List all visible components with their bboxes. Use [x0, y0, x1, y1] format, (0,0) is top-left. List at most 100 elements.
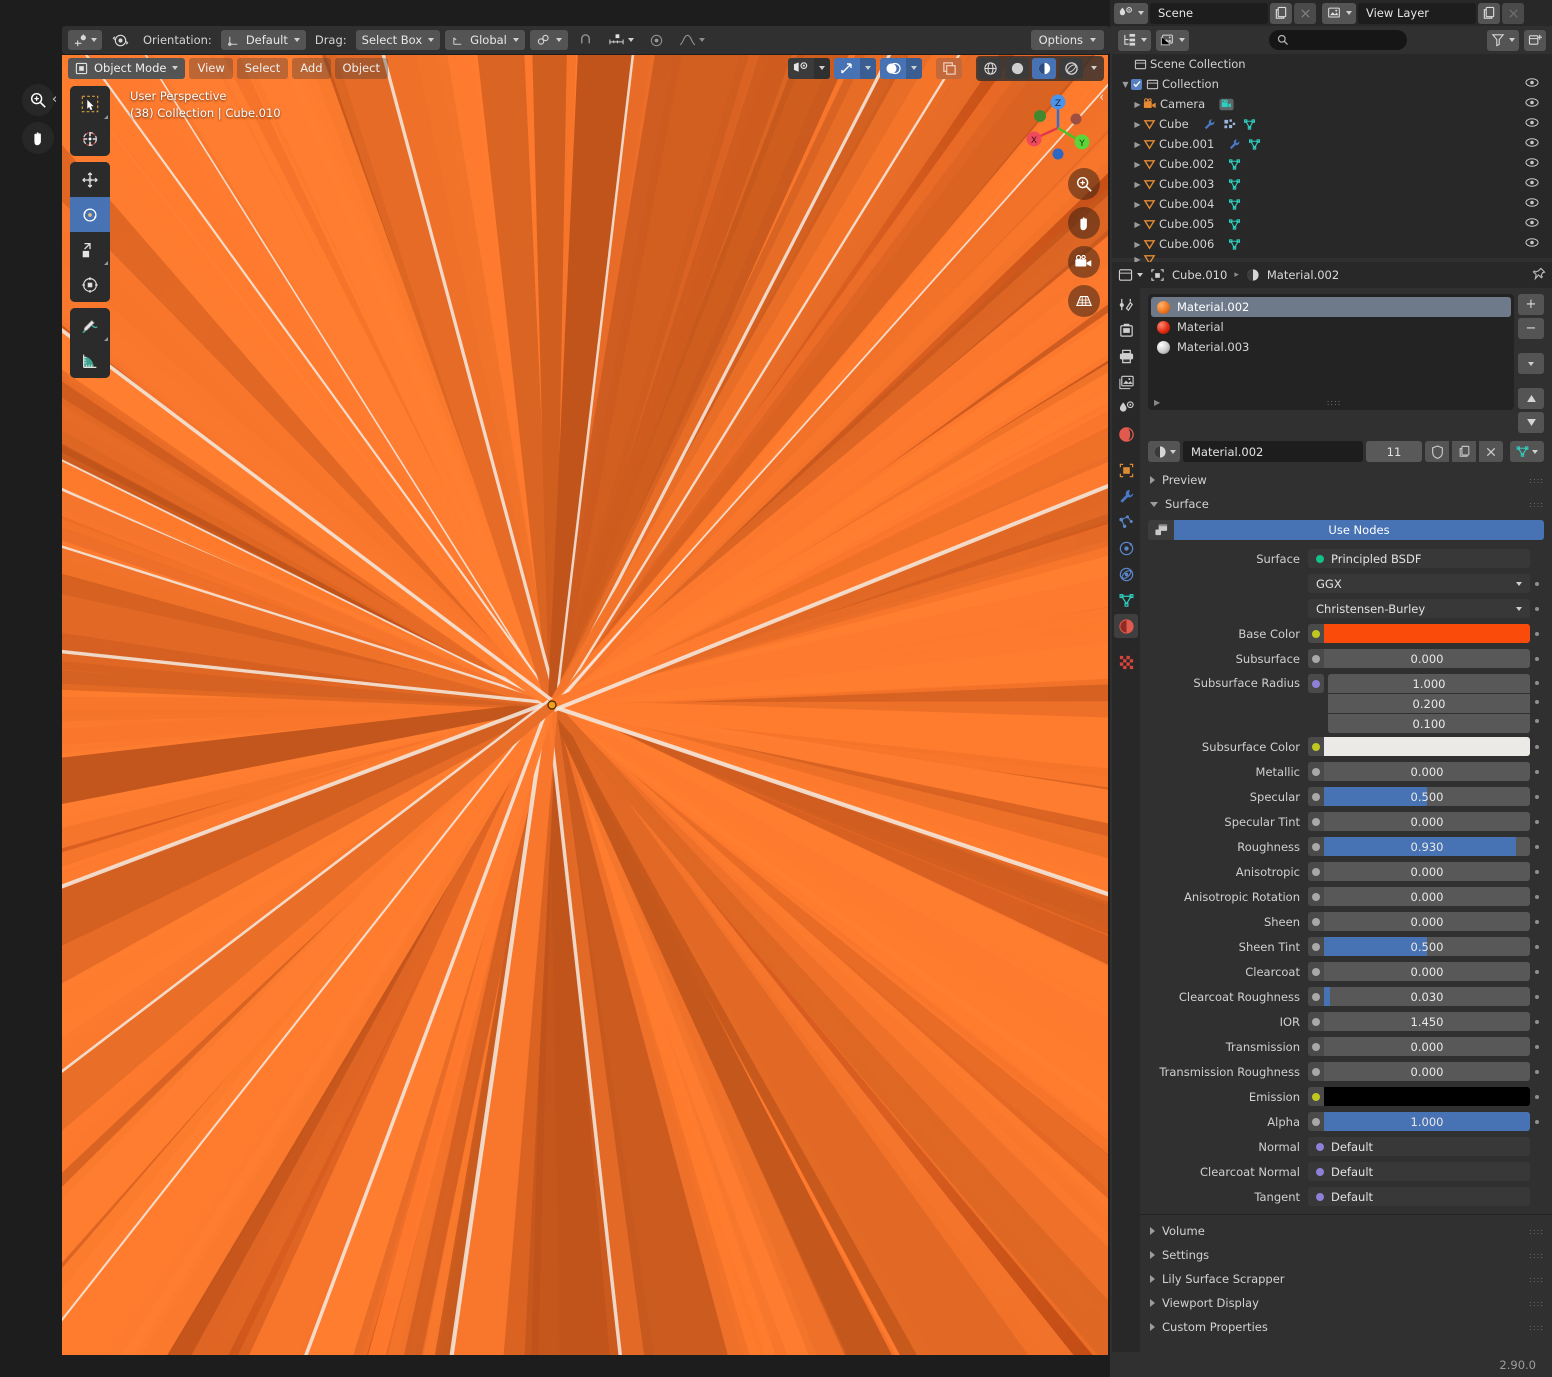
slot-expand-icon[interactable]: ▶: [1154, 398, 1160, 407]
orientation-dropdown[interactable]: Default: [220, 30, 306, 50]
clearcoat-normal-input[interactable]: Default: [1308, 1162, 1530, 1181]
distribution-dropdown[interactable]: GGX: [1308, 574, 1530, 593]
menu-view[interactable]: View: [189, 57, 233, 79]
socket[interactable]: [1308, 1112, 1324, 1131]
camera-view-icon[interactable]: [1068, 246, 1100, 278]
snap-increment-icon[interactable]: [603, 30, 639, 50]
scene-name-field[interactable]: Scene: [1150, 2, 1268, 24]
decorator[interactable]: [1530, 919, 1544, 924]
shading-solid-button[interactable]: [1005, 57, 1029, 79]
sheen-slider[interactable]: 0.000: [1324, 912, 1530, 931]
visibility-eye-icon[interactable]: [1525, 137, 1539, 151]
toggle-orthographic-grid-icon[interactable]: [1068, 285, 1100, 317]
visibility-eye-icon[interactable]: [1525, 77, 1539, 91]
expand-triangle-icon[interactable]: ▶: [1132, 180, 1143, 189]
decorator[interactable]: [1530, 769, 1544, 774]
specular-slider[interactable]: 0.500: [1324, 787, 1530, 806]
expand-triangle-icon[interactable]: ▶: [1132, 100, 1143, 109]
tool-measure[interactable]: [70, 343, 110, 378]
tab-scene[interactable]: [1114, 396, 1138, 420]
socket[interactable]: [1308, 837, 1324, 856]
decorator[interactable]: [1530, 1119, 1544, 1124]
tab-output[interactable]: [1114, 344, 1138, 368]
zoom-in-icon[interactable]: [22, 84, 54, 116]
normal-input[interactable]: Default: [1308, 1137, 1530, 1156]
menu-select[interactable]: Select: [236, 57, 289, 79]
breadcrumb-object-label[interactable]: Cube.010: [1172, 268, 1227, 282]
socket[interactable]: [1308, 649, 1324, 668]
decorator[interactable]: [1530, 969, 1544, 974]
proportional-edit-icon[interactable]: [644, 30, 669, 50]
expand-triangle-icon[interactable]: ▼: [1120, 80, 1131, 89]
tangent-input[interactable]: Default: [1308, 1187, 1530, 1206]
drag-dropdown[interactable]: Select Box: [355, 30, 441, 50]
unlink-scene-icon[interactable]: [1294, 2, 1316, 24]
overlays-chevron-icon[interactable]: [906, 57, 922, 79]
outliner-row-cube-005[interactable]: ▶ Cube.005: [1112, 214, 1552, 234]
snap-pivot-icon[interactable]: [529, 30, 568, 50]
socket[interactable]: [1308, 624, 1324, 643]
browse-material-icon[interactable]: [1148, 441, 1180, 462]
tab-modifiers[interactable]: [1114, 484, 1138, 508]
socket[interactable]: [1308, 1012, 1324, 1031]
outliner-filter-icon[interactable]: [1487, 29, 1519, 51]
decorator[interactable]: [1530, 606, 1544, 611]
alpha-slider[interactable]: 1.000: [1324, 1112, 1530, 1131]
tab-constraints[interactable]: [1114, 562, 1138, 586]
slot-resize-grip[interactable]: ::::: [1327, 398, 1342, 407]
tab-object[interactable]: [1114, 458, 1138, 482]
metallic-slider[interactable]: 0.000: [1324, 762, 1530, 781]
tool-rotate[interactable]: [70, 197, 110, 232]
tab-physics[interactable]: [1114, 536, 1138, 560]
decorator[interactable]: [1530, 994, 1544, 999]
visibility-eye-icon[interactable]: [1525, 117, 1539, 131]
panel-custom-properties[interactable]: Custom Properties ::::: [1140, 1315, 1552, 1339]
decorator[interactable]: [1530, 944, 1544, 949]
expand-triangle-icon[interactable]: ▶: [1132, 160, 1143, 169]
outliner-row-cube-001[interactable]: ▶ Cube.001: [1112, 134, 1552, 154]
fake-user-shield-icon[interactable]: [1425, 441, 1449, 462]
outliner-row-cube-006[interactable]: ▶ Cube.006: [1112, 234, 1552, 254]
subsurface-slider[interactable]: 0.000: [1324, 649, 1530, 668]
subsurface-radius-x[interactable]: 1.000: [1328, 674, 1530, 693]
new-material-icon[interactable]: [1452, 441, 1476, 462]
falloff-curve-icon[interactable]: [674, 30, 710, 50]
decorator[interactable]: [1530, 794, 1544, 799]
visibility-eye-icon[interactable]: [1525, 237, 1539, 251]
add-material-slot-button[interactable]: +: [1518, 294, 1544, 315]
socket[interactable]: [1308, 737, 1324, 756]
tool-cursor[interactable]: [70, 121, 110, 156]
outliner-row-cube[interactable]: ▶ Cube: [1112, 114, 1552, 134]
expand-triangle-icon[interactable]: ▶: [1132, 120, 1143, 129]
socket[interactable]: [1308, 1062, 1324, 1081]
subsurface-method-dropdown[interactable]: Christensen-Burley: [1308, 599, 1530, 618]
socket[interactable]: [1308, 862, 1324, 881]
tab-object-data[interactable]: [1114, 588, 1138, 612]
material-slot-row[interactable]: Material.002: [1151, 297, 1511, 317]
tab-render[interactable]: [1114, 318, 1138, 342]
outliner-display-mode-icon[interactable]: [1156, 29, 1189, 51]
shading-wireframe-button[interactable]: [978, 57, 1002, 79]
decorator[interactable]: [1530, 894, 1544, 899]
view-layer-browse-icon[interactable]: [1322, 2, 1356, 24]
material-slot-row[interactable]: Material.003: [1151, 337, 1511, 357]
material-name-field[interactable]: Material.002: [1183, 441, 1363, 462]
move-view-hand-icon[interactable]: [1068, 207, 1100, 239]
decorator[interactable]: [1530, 656, 1544, 661]
panel-surface[interactable]: Surface ::::: [1140, 492, 1552, 516]
sidebar-expand-icon[interactable]: ‹: [1099, 90, 1104, 104]
gizmo-orientation-icon[interactable]: [107, 30, 134, 50]
unlink-material-icon[interactable]: [1479, 441, 1503, 462]
breadcrumb-material-label[interactable]: Material.002: [1267, 268, 1339, 282]
tab-view-layer[interactable]: [1114, 370, 1138, 394]
pin-icon[interactable]: [1532, 267, 1546, 284]
visibility-eye-icon[interactable]: [1525, 197, 1539, 211]
tool-select-box[interactable]: [70, 86, 110, 121]
panel-preview[interactable]: Preview ::::: [1140, 468, 1552, 492]
visibility-chevron-icon[interactable]: [814, 57, 830, 79]
tool-scale[interactable]: [70, 232, 110, 267]
socket[interactable]: [1308, 762, 1324, 781]
mesh-data-icon[interactable]: [1248, 138, 1261, 151]
tab-world[interactable]: [1114, 422, 1138, 446]
3d-viewport-canvas[interactable]: [62, 55, 1108, 1355]
